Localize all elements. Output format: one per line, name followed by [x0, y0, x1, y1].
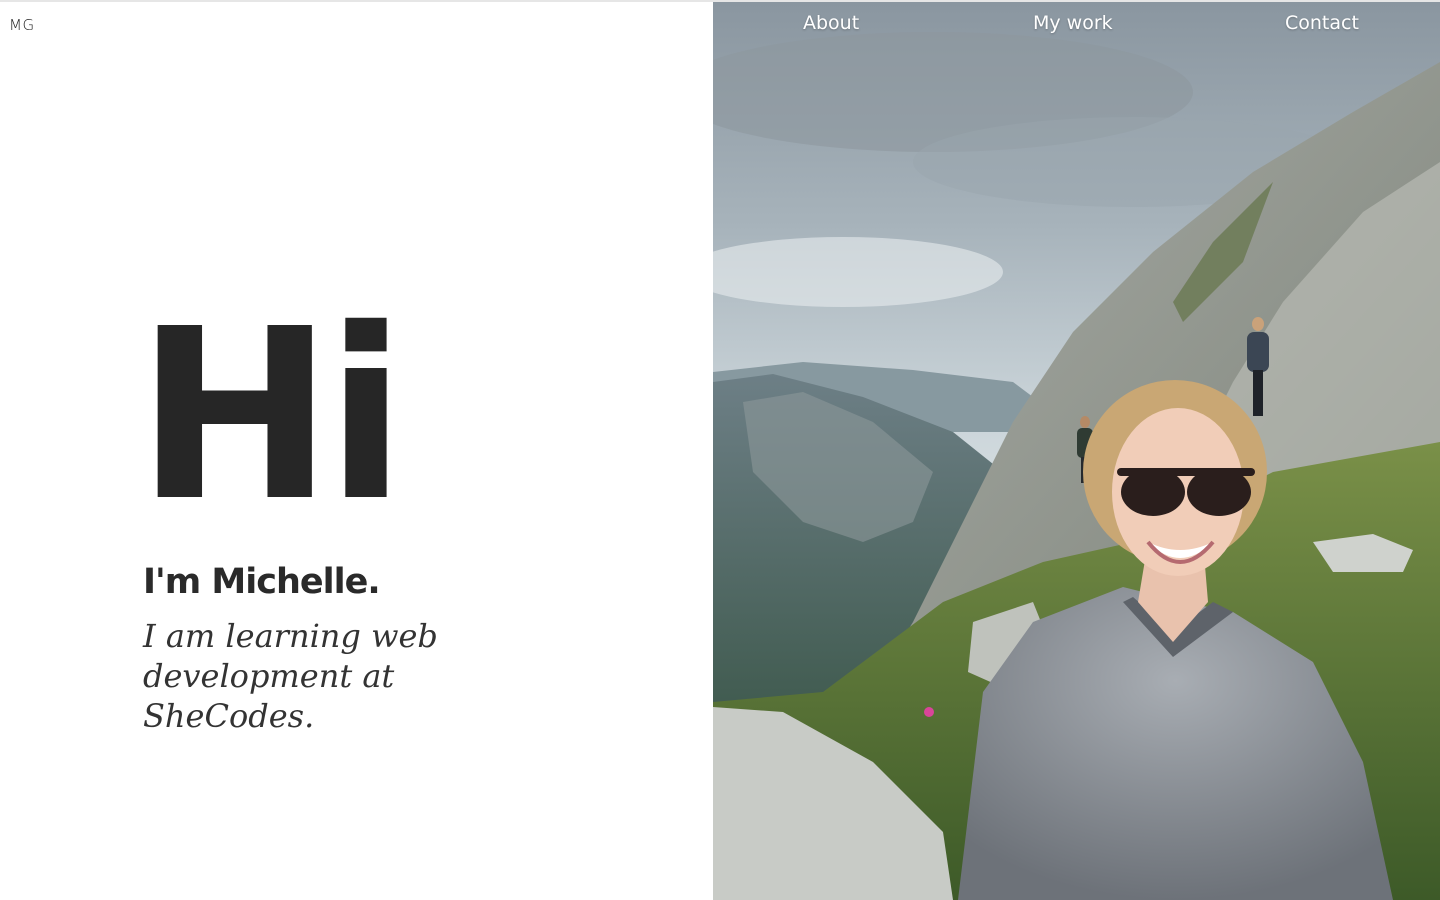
nav-link-contact[interactable]: Contact — [1285, 12, 1359, 34]
hero-greeting: Hi — [136, 278, 406, 553]
nav-link-my-work[interactable]: My work — [1033, 12, 1113, 34]
mountain-portrait-illustration — [713, 2, 1440, 900]
nav-link-about[interactable]: About — [803, 12, 859, 34]
hero-name: I'm Michelle. — [143, 562, 381, 602]
main-nav: About My work Contact — [713, 8, 1440, 42]
hero-tagline: I am learning web development at SheCode… — [143, 617, 438, 735]
hero-photo — [713, 2, 1440, 900]
site-logo[interactable]: MG — [9, 16, 35, 34]
hero-text-panel: MG Hi I'm Michelle. I am learning web de… — [0, 2, 713, 900]
